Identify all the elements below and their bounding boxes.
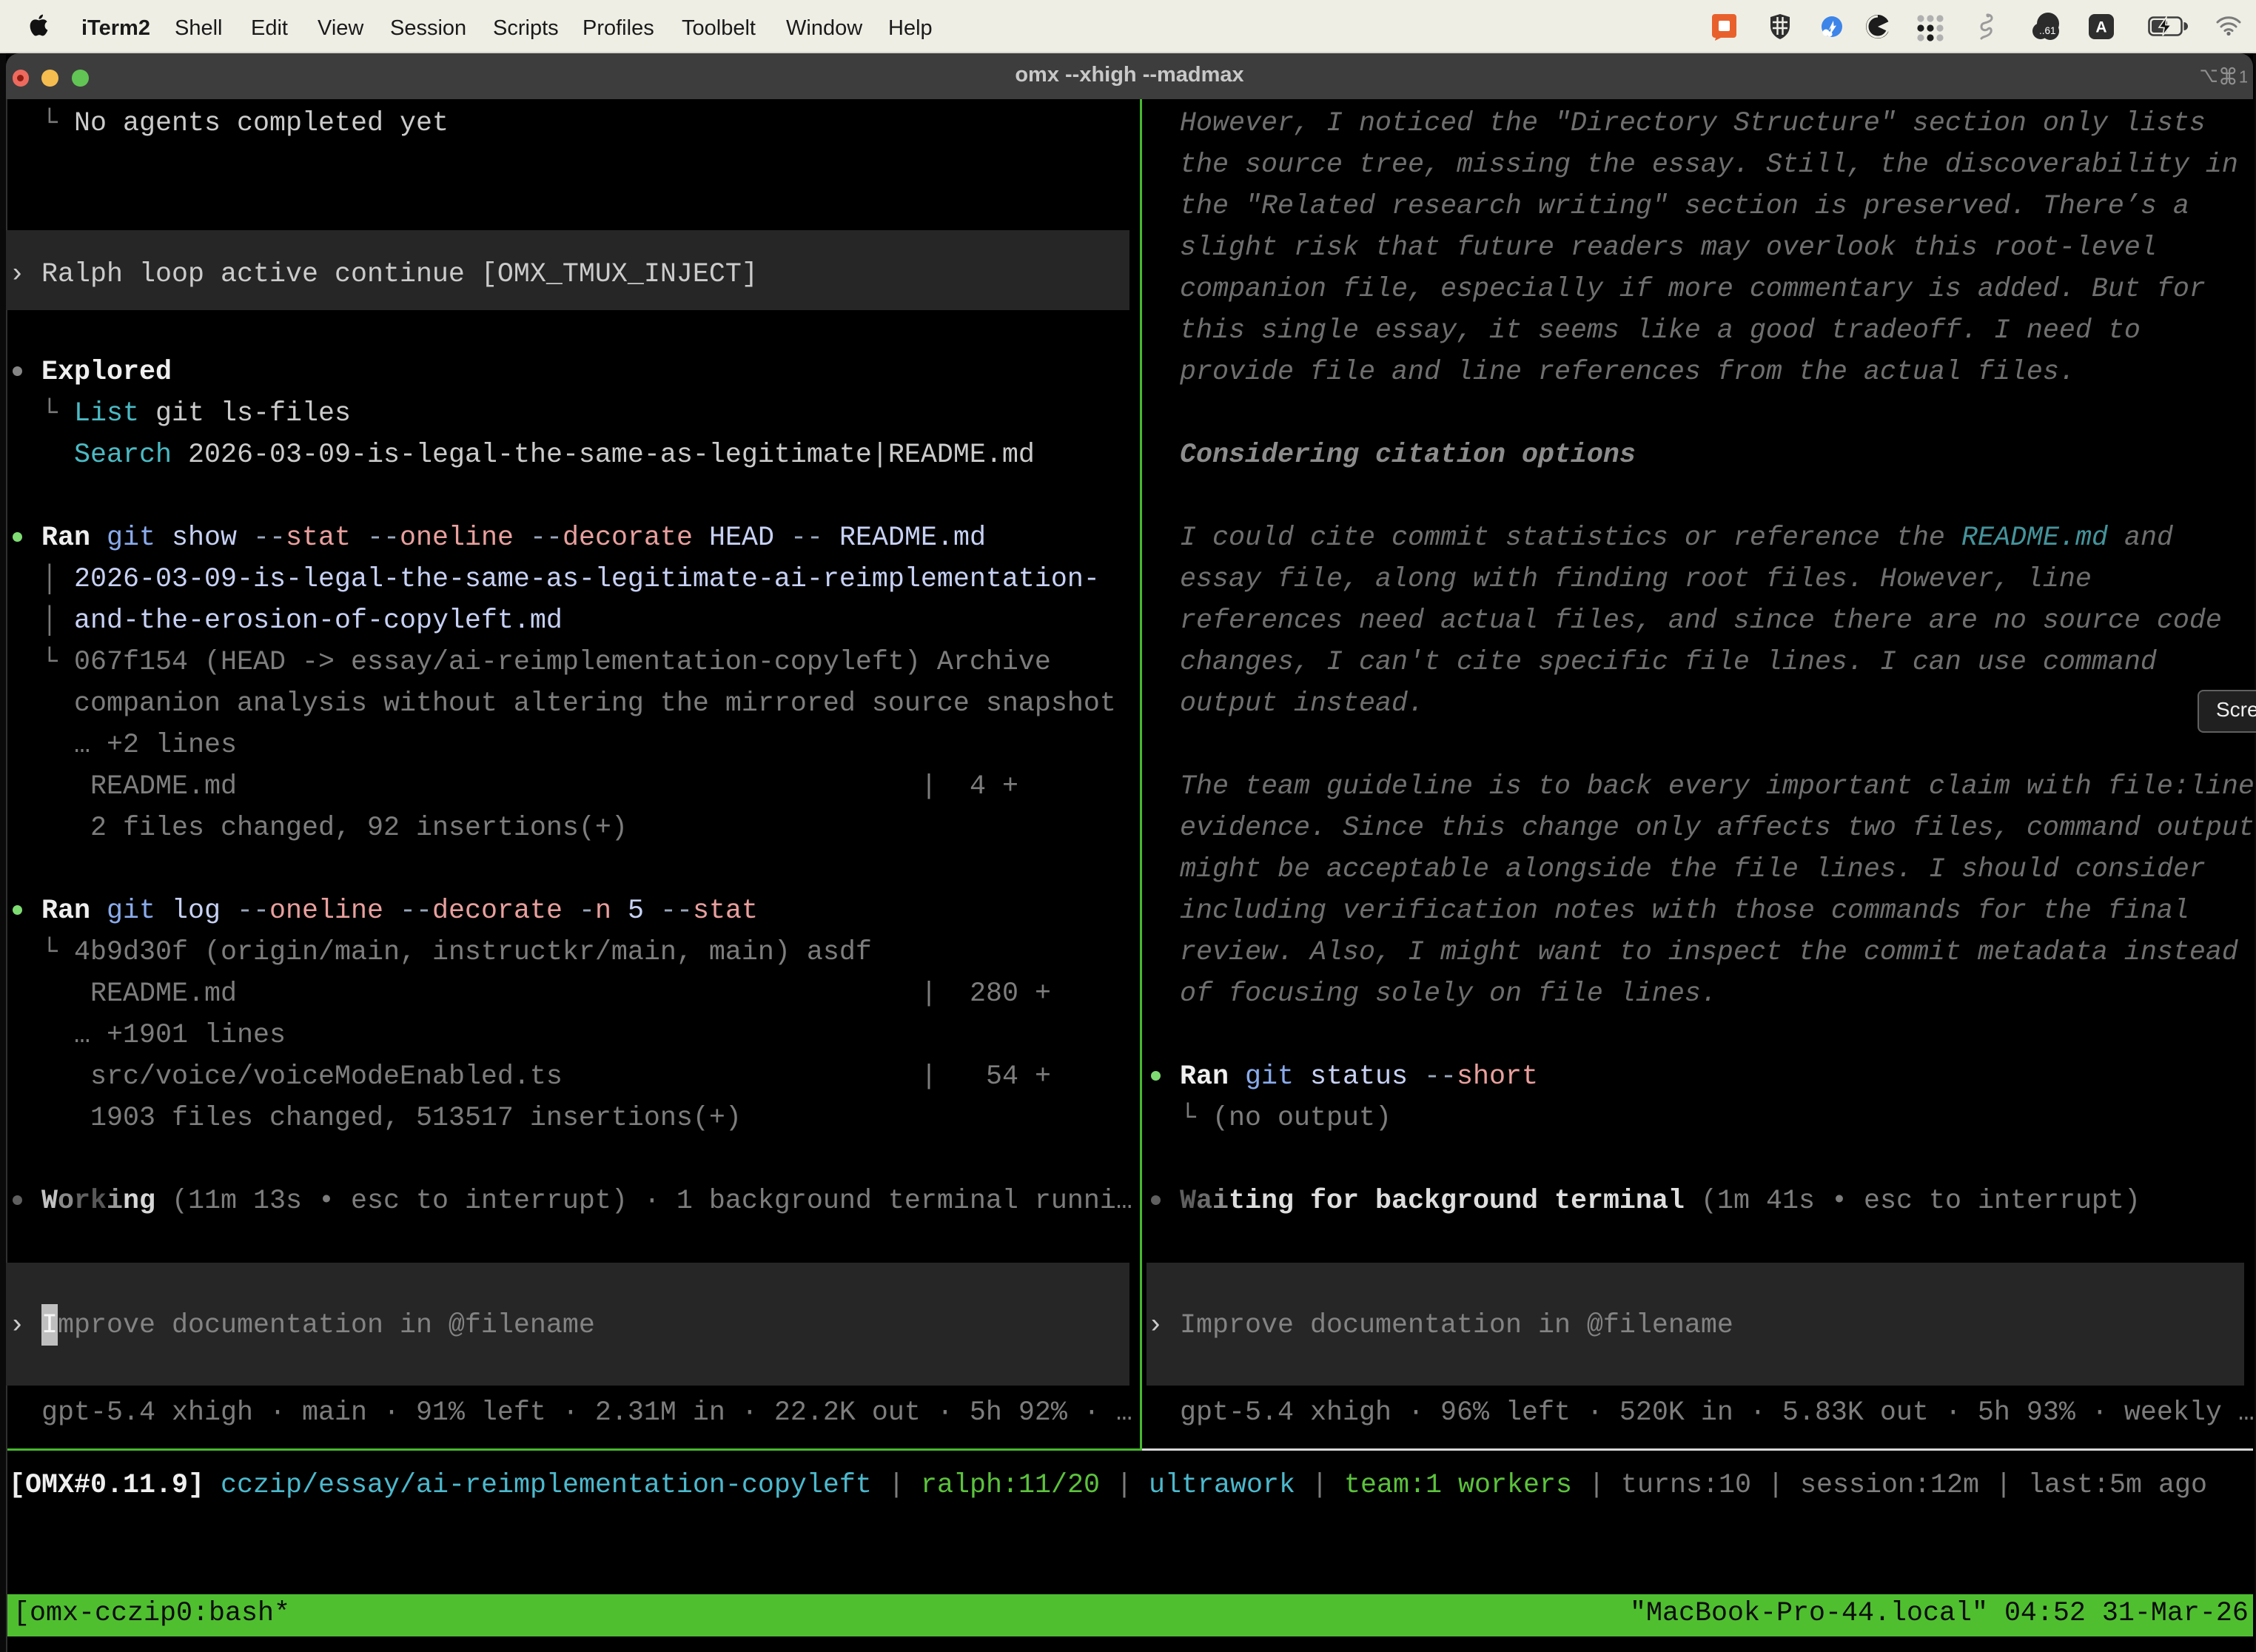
svg-text:A: A [2095, 19, 2106, 36]
svg-text:..61: ..61 [2039, 25, 2056, 36]
svg-text:1: 1 [2239, 67, 2247, 87]
